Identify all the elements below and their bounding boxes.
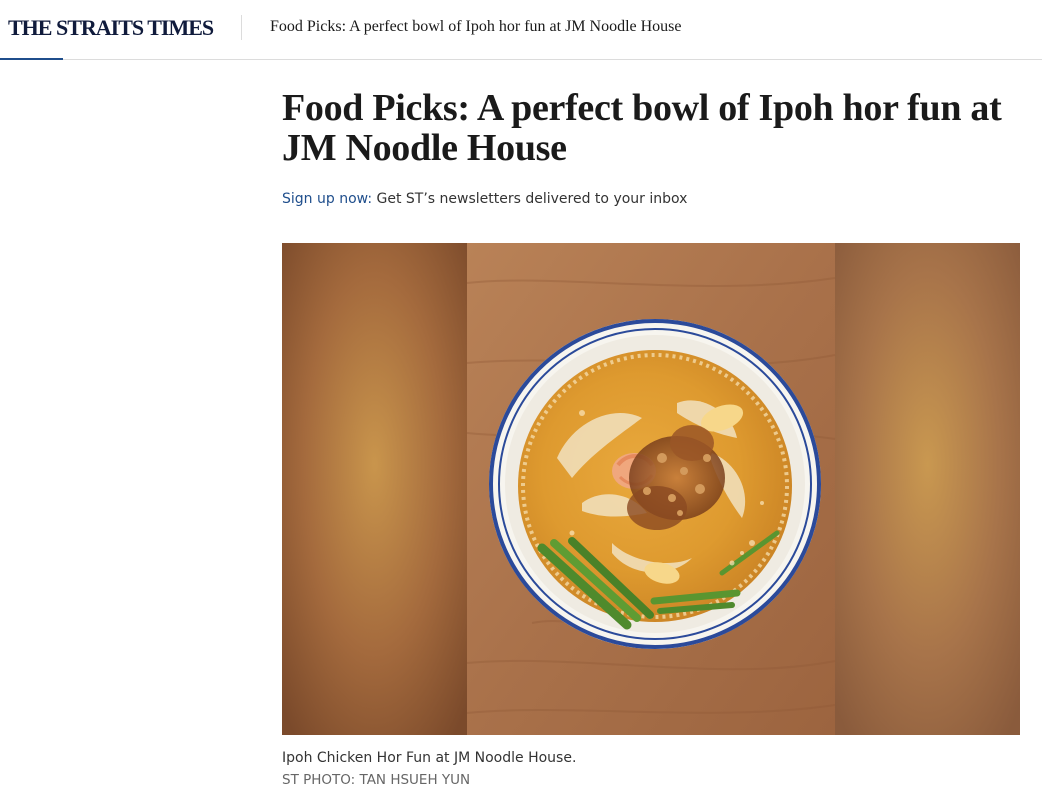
reading-progress-fill: [0, 58, 63, 60]
image-credit: ST PHOTO: TAN HSUEH YUN: [282, 772, 471, 788]
article-headline: Food Picks: A perfect bowl of Ipoh hor f…: [282, 87, 1002, 169]
article-hero-image[interactable]: [282, 243, 1020, 735]
newsletter-promo: Sign up now: Get ST’s newsletters delive…: [282, 189, 687, 209]
noodle-bowl-photo: [282, 243, 1020, 735]
newsletter-promo-text: Get ST’s newsletters delivered to your i…: [376, 191, 688, 207]
header-article-title: Food Picks: A perfect bowl of Ipoh hor f…: [270, 18, 682, 35]
newsletter-signup-link[interactable]: Sign up now:: [282, 191, 372, 207]
image-caption: Ipoh Chicken Hor Fun at JM Noodle House.: [282, 750, 577, 766]
site-header: THE STRAITS TIMES Food Picks: A perfect …: [0, 0, 1042, 60]
site-logo[interactable]: THE STRAITS TIMES: [8, 15, 214, 41]
reading-progress-bar: [0, 58, 1042, 60]
header-divider: [241, 15, 242, 40]
